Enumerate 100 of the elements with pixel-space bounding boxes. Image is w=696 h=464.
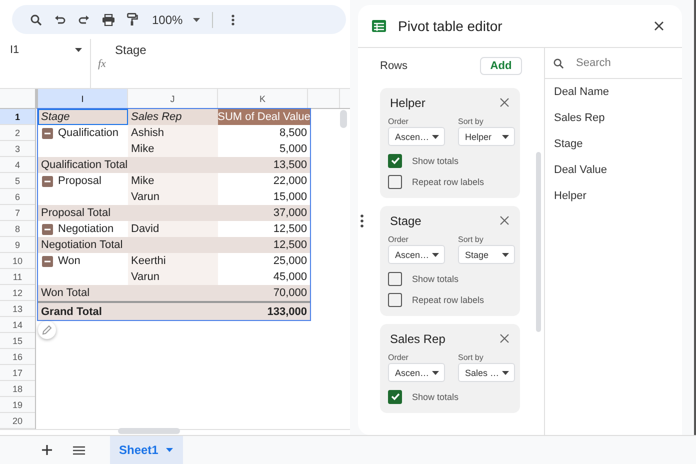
close-icon[interactable] (652, 19, 666, 33)
fx-icon: fx (98, 58, 106, 70)
row-number[interactable]: 13 (0, 301, 35, 317)
order-dropdown[interactable]: Ascen… (388, 245, 445, 264)
field-label: Sort by (458, 235, 484, 244)
field-label: Order (388, 353, 410, 362)
caret-icon (502, 134, 509, 138)
row-number[interactable]: 12 (0, 285, 35, 301)
caret-icon (502, 370, 509, 374)
collapse-icon[interactable] (42, 256, 53, 266)
row-number[interactable]: 19 (0, 397, 35, 413)
sheet-tab[interactable]: Sheet1 (110, 436, 184, 464)
table-cell: Stage (41, 111, 70, 123)
sort-dropdown[interactable]: Sales … (458, 363, 515, 382)
row-number[interactable]: 2 (0, 125, 35, 141)
table-cell: Negotiation Total (41, 239, 123, 251)
table-cell: 45,000 (273, 271, 307, 283)
search-icon (553, 58, 564, 68)
table-cell: SUM of Deal Value (218, 111, 310, 123)
row-number[interactable]: 1 (0, 109, 35, 125)
table-cell: 12,500 (273, 239, 307, 251)
collapse-icon[interactable] (42, 224, 53, 234)
table-cell: Proposal Total (41, 207, 111, 219)
field-item[interactable]: Deal Name (545, 79, 682, 105)
search-field[interactable]: Search (574, 56, 668, 70)
row-number[interactable]: 3 (0, 141, 35, 157)
field-item[interactable]: Stage (545, 131, 682, 157)
row-number[interactable]: 17 (0, 365, 35, 381)
card-title: Stage (390, 214, 422, 228)
drag-handle-icon[interactable] (360, 214, 364, 228)
checkbox[interactable] (388, 174, 402, 188)
formula-input[interactable]: Stage (115, 43, 146, 58)
table-cell: 12,500 (273, 223, 307, 235)
section-label: Rows (380, 60, 408, 72)
checkbox[interactable] (388, 390, 402, 404)
sort-dropdown[interactable]: Stage (458, 245, 515, 264)
table-cell: Ashish (131, 127, 164, 139)
field-item[interactable]: Sales Rep (545, 105, 682, 131)
column-header[interactable]: K (218, 89, 308, 108)
caret-icon (502, 252, 509, 256)
table-cell: Mike (131, 143, 154, 155)
table-cell: Qualification (58, 127, 119, 139)
table-cell: 22,000 (273, 175, 307, 187)
row-number[interactable]: 14 (0, 317, 35, 333)
row-number[interactable]: 18 (0, 381, 35, 397)
table-cell: 5,000 (279, 143, 307, 155)
checkbox-label: Show totals (412, 156, 459, 166)
table-cell: Won Total (41, 287, 90, 299)
column-header[interactable]: I (38, 89, 128, 108)
name-box[interactable]: I1 (0, 39, 82, 64)
order-dropdown[interactable]: Ascen… (388, 127, 445, 146)
row-number[interactable]: 4 (0, 157, 35, 173)
checkbox-label: Repeat row labels (412, 176, 484, 186)
row-number[interactable]: 10 (0, 253, 35, 269)
row-number[interactable]: 15 (0, 333, 35, 349)
row-number[interactable]: 7 (0, 205, 35, 221)
field-item[interactable]: Deal Value (545, 157, 682, 183)
table-cell: Proposal (58, 175, 102, 187)
checkbox[interactable] (388, 292, 402, 306)
caret-icon (432, 134, 439, 138)
checkbox-label: Show totals (412, 274, 459, 284)
row-number[interactable]: 9 (0, 237, 35, 253)
table-cell: 133,000 (267, 306, 307, 318)
table-cell: 70,000 (273, 287, 307, 299)
caret-icon (192, 18, 200, 22)
column-header[interactable]: J (128, 89, 218, 108)
table-cell: Sales Rep (131, 111, 182, 123)
close-icon[interactable] (500, 98, 510, 108)
order-dropdown[interactable]: Ascen… (388, 363, 445, 382)
field-item[interactable]: Helper (545, 183, 682, 209)
spreadsheet-icon (372, 20, 386, 32)
checkbox[interactable] (388, 272, 402, 286)
table-cell: Won (58, 255, 80, 267)
field-label: Sort by (458, 353, 484, 362)
table-cell: Varun (131, 191, 160, 203)
checkbox-label: Repeat row labels (412, 294, 484, 304)
table-cell: 8,500 (279, 127, 307, 139)
collapse-icon[interactable] (42, 176, 53, 186)
row-number[interactable]: 20 (0, 413, 35, 429)
table-cell: Negotiation (58, 223, 114, 235)
zoom-dropdown[interactable]: 100% (152, 10, 200, 30)
table-cell: Qualification Total (41, 159, 128, 171)
table-cell: Grand Total (41, 306, 102, 318)
close-icon[interactable] (500, 334, 510, 344)
panel-title: Pivot table editor (398, 18, 504, 34)
card-title: Helper (390, 96, 426, 110)
row-number[interactable]: 6 (0, 189, 35, 205)
sort-dropdown[interactable]: Helper (458, 127, 515, 146)
row-number[interactable]: 8 (0, 221, 35, 237)
table-cell: 13,500 (273, 159, 307, 171)
checkbox[interactable] (388, 154, 402, 168)
table-cell: 15,000 (273, 191, 307, 203)
table-cell: David (131, 223, 160, 235)
row-number[interactable]: 16 (0, 349, 35, 365)
collapse-icon[interactable] (42, 128, 53, 138)
row-number[interactable]: 11 (0, 269, 35, 285)
close-icon[interactable] (500, 216, 510, 226)
edit-icon[interactable] (38, 321, 56, 339)
row-number[interactable]: 5 (0, 173, 35, 189)
add-button[interactable]: Add (480, 57, 522, 75)
